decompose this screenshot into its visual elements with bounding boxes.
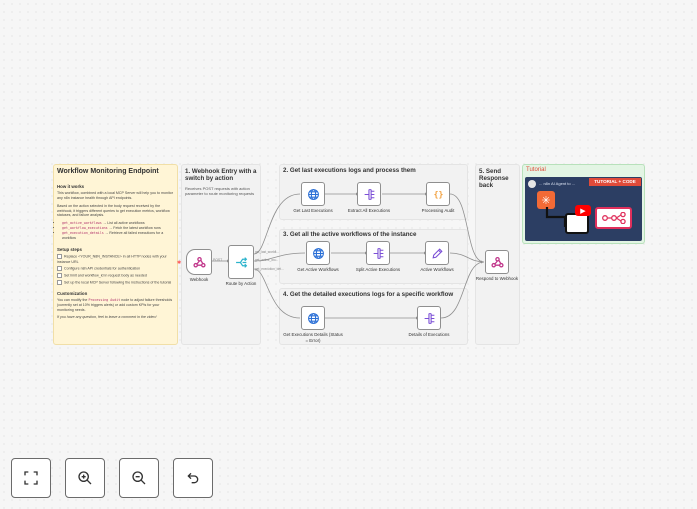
globe-icon [307, 312, 319, 324]
get-last-executions-node[interactable] [301, 182, 325, 206]
extract-all-executions-node[interactable] [357, 182, 381, 206]
tutorial-title: Tutorial [526, 167, 546, 173]
action-item: get_execution_details → Retrieve all fai… [62, 231, 175, 241]
setup-item: Set up the local MCP Server following th… [57, 279, 175, 285]
pencil-icon [431, 247, 443, 259]
get-executions-details-node[interactable] [301, 306, 325, 330]
extract-all-executions-label: Extract All Executions [347, 208, 391, 213]
custom-heading: Customization [57, 290, 88, 296]
note-title: Workflow Monitoring Endpoint [57, 168, 159, 175]
video-caption: ... n8n AI Agent to ... [539, 181, 576, 186]
zoom-in-button[interactable] [65, 458, 105, 498]
workflow-diagram-icon [595, 207, 632, 229]
svg-text:{}: {} [433, 189, 443, 199]
how-paragraph-1: This workflow, combined with a local MCP… [57, 191, 173, 200]
processing-audit-node[interactable]: {} [426, 182, 450, 206]
checkbox-icon [57, 272, 62, 278]
sticky-send-response-title: 5. Send Response back [479, 168, 509, 190]
split-out-icon [424, 312, 434, 324]
details-of-executions-node[interactable] [417, 306, 441, 330]
edge-label-route-2: get_active_wo... [255, 258, 279, 262]
edge-label-route-3: get_execution_det... [255, 267, 284, 271]
respond-to-webhook-node[interactable] [485, 250, 509, 274]
overview-note-content: Workflow Monitoring Endpoint How it work… [57, 168, 175, 323]
play-button-icon[interactable]: ▶ [575, 205, 591, 216]
split-active-executions-node[interactable] [366, 241, 390, 265]
checkbox-icon [57, 279, 62, 285]
details-of-executions-label: Details of Executions [408, 332, 450, 337]
sticky-webhook-entry-desc: Receives POST requests with action param… [185, 186, 255, 197]
active-workflows-node[interactable] [425, 241, 449, 265]
trigger-indicator: ✱ [177, 260, 182, 266]
custom-paragraph-2: If you have any question, feel to leave … [57, 315, 157, 320]
edge-label-post: POST [213, 258, 223, 262]
sticky-execution-details-title: 4. Get the detailed executions logs for … [283, 291, 454, 298]
undo-icon [187, 472, 199, 484]
processing-audit-label: Processing Audit [421, 208, 455, 213]
checkbox-icon [57, 254, 62, 260]
custom-paragraph-1: You can modify the Processing Audit node… [57, 297, 173, 312]
split-active-executions-label: Split Active Executions [355, 267, 401, 272]
split-out-icon [364, 188, 374, 200]
zoom-to-fit-button[interactable] [11, 458, 51, 498]
zoom-out-button[interactable] [119, 458, 159, 498]
setup-item: Replace <YOUR_N8N_INSTANCE> in all HTTP … [57, 254, 167, 264]
get-active-workflows-label: Get Active Workflows [297, 267, 339, 272]
reset-zoom-button[interactable] [173, 458, 213, 498]
globe-icon [312, 247, 324, 259]
edge-label-route-1: get_last_workfl... [255, 250, 279, 254]
checkbox-icon [57, 265, 62, 271]
setup-item: Set limit and workflow_id in request bod… [57, 272, 175, 278]
get-last-executions-label: Get Last Executions [293, 208, 333, 213]
split-out-icon [373, 247, 383, 259]
switch-icon [235, 256, 247, 268]
terminal-icon [565, 213, 589, 234]
get-executions-details-label: Get Executions Details (Status = Error) [283, 332, 343, 343]
webhook-icon [192, 256, 206, 267]
tutorial-video-thumbnail[interactable]: ... n8n AI Agent to ... TUTORIAL + CODE … [525, 177, 642, 241]
webhook-icon [490, 256, 504, 267]
channel-avatar [528, 180, 536, 188]
code-braces-icon: {} [433, 189, 443, 199]
zoom-in-icon [78, 471, 92, 485]
sticky-webhook-entry-title: 1. Webhook Entry with a switch by action [185, 168, 257, 183]
active-workflows-label: Active Workflows [420, 267, 454, 272]
sticky-active-workflows-title: 3. Get all the active workflows of the i… [283, 231, 417, 238]
how-heading: How it works [57, 184, 85, 189]
respond-to-webhook-label: Respond to Webhook [475, 276, 519, 281]
webhook-node[interactable] [186, 249, 212, 275]
actions-list: get_active_workflows → List all active w… [57, 221, 175, 241]
how-paragraph-2: Based on the action selected in the body… [57, 203, 170, 218]
tutorial-banner: TUTORIAL + CODE [589, 178, 641, 186]
setup-item: Configure n8n API credentials for authen… [57, 265, 175, 271]
setup-heading: Setup steps [57, 247, 82, 253]
get-active-workflows-node[interactable] [306, 241, 330, 265]
zoom-out-icon [132, 471, 146, 485]
sticky-last-executions-title: 2. Get last executions logs and process … [283, 167, 416, 174]
route-by-action-label: Route by Action [225, 281, 257, 286]
route-by-action-node[interactable] [228, 245, 254, 279]
fullscreen-icon [24, 471, 38, 485]
globe-icon [307, 188, 319, 200]
